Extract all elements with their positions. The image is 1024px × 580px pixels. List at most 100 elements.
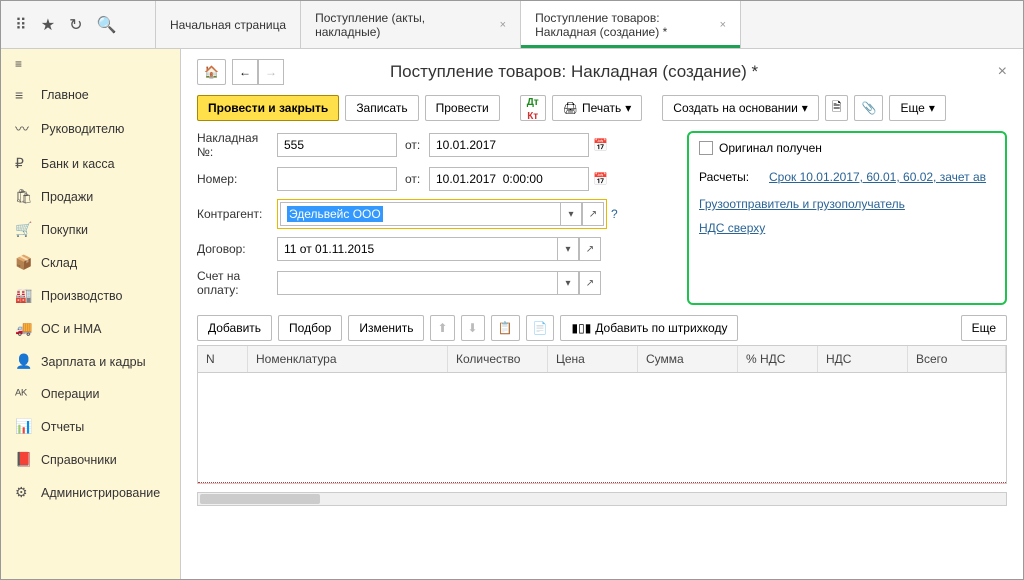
- tabs: Начальная страница Поступление (акты, на…: [156, 1, 1023, 48]
- save-button[interactable]: Записать: [345, 95, 418, 121]
- sidebar-item-sales[interactable]: 🛍Продажи: [1, 180, 180, 213]
- col-total[interactable]: Всего: [908, 346, 1006, 372]
- invoice-no-input[interactable]: [277, 133, 397, 157]
- sidebar-item-bank[interactable]: ₽Банк и касса: [1, 147, 180, 180]
- open-button[interactable]: ↗: [579, 237, 601, 261]
- close-page-icon[interactable]: ×: [998, 63, 1007, 81]
- close-icon[interactable]: ×: [500, 19, 506, 31]
- sidebar-item-admin[interactable]: ⚙Администрирование: [1, 476, 180, 509]
- move-up-button[interactable]: ⬆: [430, 315, 454, 341]
- sidebar-item-label: Отчеты: [41, 420, 84, 434]
- add-button[interactable]: Добавить: [197, 315, 272, 341]
- sidebar-item-reports[interactable]: 📊Отчеты: [1, 410, 180, 443]
- post-and-close-button[interactable]: Провести и закрыть: [197, 95, 339, 121]
- dropdown-button[interactable]: ▾: [557, 237, 579, 261]
- tab-invoice[interactable]: Поступление товаров: Накладная (создание…: [521, 1, 741, 48]
- apps-icon[interactable]: ⠿: [15, 15, 27, 35]
- back-button[interactable]: ←: [232, 59, 258, 85]
- vat-link[interactable]: НДС сверху: [699, 221, 765, 235]
- col-vat[interactable]: НДС: [818, 346, 908, 372]
- barcode-button[interactable]: ▮▯▮ Добавить по штрихкоду: [560, 315, 738, 341]
- post-button[interactable]: Провести: [425, 95, 500, 121]
- counterparty-input[interactable]: Эдельвейс ООО: [280, 202, 560, 226]
- sidebar-item-label: Справочники: [41, 453, 117, 467]
- number-date-input[interactable]: [429, 167, 589, 191]
- dtkt-button[interactable]: ДᴛКᴛ: [520, 95, 546, 121]
- number-input[interactable]: [277, 167, 397, 191]
- sidebar-item-hr[interactable]: 👤 Зарплата и кадры: [1, 345, 180, 378]
- original-received-label: Оригинал получен: [719, 141, 822, 155]
- report-button[interactable]: 🗎: [825, 95, 849, 121]
- more-button[interactable]: Еще ▾: [889, 95, 945, 121]
- chevron-down-icon: ▾: [929, 101, 935, 115]
- sidebar-item-label: Зарплата и кадры: [41, 355, 146, 369]
- head-row: 🏠 ← → Поступление товаров: Накладная (со…: [197, 59, 1007, 85]
- col-sum[interactable]: Сумма: [638, 346, 738, 372]
- invoice-date-input[interactable]: [429, 133, 589, 157]
- open-button[interactable]: ↗: [582, 202, 604, 226]
- chart-icon: 〰: [15, 119, 31, 139]
- close-icon[interactable]: ×: [720, 19, 726, 31]
- calc-link[interactable]: Срок 10.01.2017, 60.01, 60.02, зачет ав: [769, 170, 986, 184]
- star-icon[interactable]: ★: [41, 15, 55, 35]
- sidebar-item-purchases[interactable]: 🛒Покупки: [1, 213, 180, 246]
- sidebar-item-label: Банк и касса: [41, 157, 115, 171]
- help-icon[interactable]: ?: [611, 207, 618, 221]
- sidebar-item-catalogs[interactable]: 📕Справочники: [1, 443, 180, 476]
- copy-button[interactable]: 📋: [491, 315, 520, 341]
- home-button[interactable]: 🏠: [197, 59, 226, 85]
- sidebar-item-main[interactable]: ≡Главное: [1, 79, 180, 111]
- shipper-link[interactable]: Грузоотправитель и грузополучатель: [699, 197, 905, 211]
- sidebar-item-production[interactable]: 🏭Производство: [1, 279, 180, 312]
- number-label: Номер:: [197, 172, 277, 186]
- grid-more-button[interactable]: Еще: [961, 315, 1007, 341]
- move-down-button[interactable]: ⬇: [461, 315, 485, 341]
- sidebar-item-assets[interactable]: 🚚ОС и НМА: [1, 312, 180, 345]
- box-icon: 📦: [15, 254, 31, 271]
- sidebar-item-manager[interactable]: 〰 Руководителю: [1, 111, 180, 147]
- attach-button[interactable]: 📎: [854, 95, 883, 121]
- col-qty[interactable]: Количество: [448, 346, 548, 372]
- calc-label: Расчеты:: [699, 170, 769, 184]
- calendar-icon[interactable]: 📅: [589, 138, 612, 152]
- contract-input[interactable]: [277, 237, 557, 261]
- search-icon[interactable]: 🔍: [96, 15, 116, 35]
- history-icon[interactable]: ↻: [69, 15, 82, 35]
- original-received-checkbox[interactable]: Оригинал получен: [699, 141, 995, 155]
- calendar-icon[interactable]: 📅: [589, 172, 612, 186]
- person-icon: 👤: [15, 353, 31, 370]
- toolbar: Провести и закрыть Записать Провести ДᴛК…: [197, 95, 1007, 121]
- tab-receipts[interactable]: Поступление (акты, накладные)×: [301, 1, 521, 48]
- forward-button[interactable]: →: [258, 59, 284, 85]
- invoice-pay-input[interactable]: [277, 271, 557, 295]
- counterparty-label: Контрагент:: [197, 207, 277, 221]
- main: ≡ ≡Главное 〰 Руководителю ₽Банк и касса 🛍…: [1, 49, 1023, 579]
- create-based-button[interactable]: Создать на основании ▾: [662, 95, 819, 121]
- open-button[interactable]: ↗: [579, 271, 601, 295]
- chevron-down-icon: ▾: [625, 101, 631, 115]
- menu-toggle-icon[interactable]: ≡: [1, 49, 180, 79]
- sidebar-item-label: Производство: [41, 289, 123, 303]
- grid-body[interactable]: [198, 373, 1006, 483]
- barcode-icon: ▮▯▮: [571, 321, 591, 335]
- print-button[interactable]: 🖨 Печать ▾: [552, 95, 643, 121]
- edit-button[interactable]: Изменить: [348, 315, 424, 341]
- sidebar-item-label: ОС и НМА: [41, 322, 101, 336]
- paste-button[interactable]: 📄: [526, 315, 555, 341]
- sidebar-item-label: Склад: [41, 256, 77, 270]
- sidebar-item-label: Руководителю: [41, 122, 124, 136]
- contract-label: Договор:: [197, 242, 277, 256]
- sidebar-item-warehouse[interactable]: 📦 Склад: [1, 246, 180, 279]
- col-nomenclature[interactable]: Номенклатура: [248, 346, 448, 372]
- sidebar-item-operations[interactable]: ᴬᴷОперации: [1, 378, 180, 410]
- h-scrollbar[interactable]: [197, 492, 1007, 506]
- dropdown-button[interactable]: ▾: [560, 202, 582, 226]
- star-icon: ≡: [15, 87, 31, 103]
- col-vat-pct[interactable]: % НДС: [738, 346, 818, 372]
- form: Накладная №: от: 📅 Номер: от: 📅 Контраге…: [197, 131, 1007, 305]
- pick-button[interactable]: Подбор: [278, 315, 342, 341]
- dropdown-button[interactable]: ▾: [557, 271, 579, 295]
- col-n[interactable]: N: [198, 346, 248, 372]
- col-price[interactable]: Цена: [548, 346, 638, 372]
- tab-home[interactable]: Начальная страница: [156, 1, 301, 48]
